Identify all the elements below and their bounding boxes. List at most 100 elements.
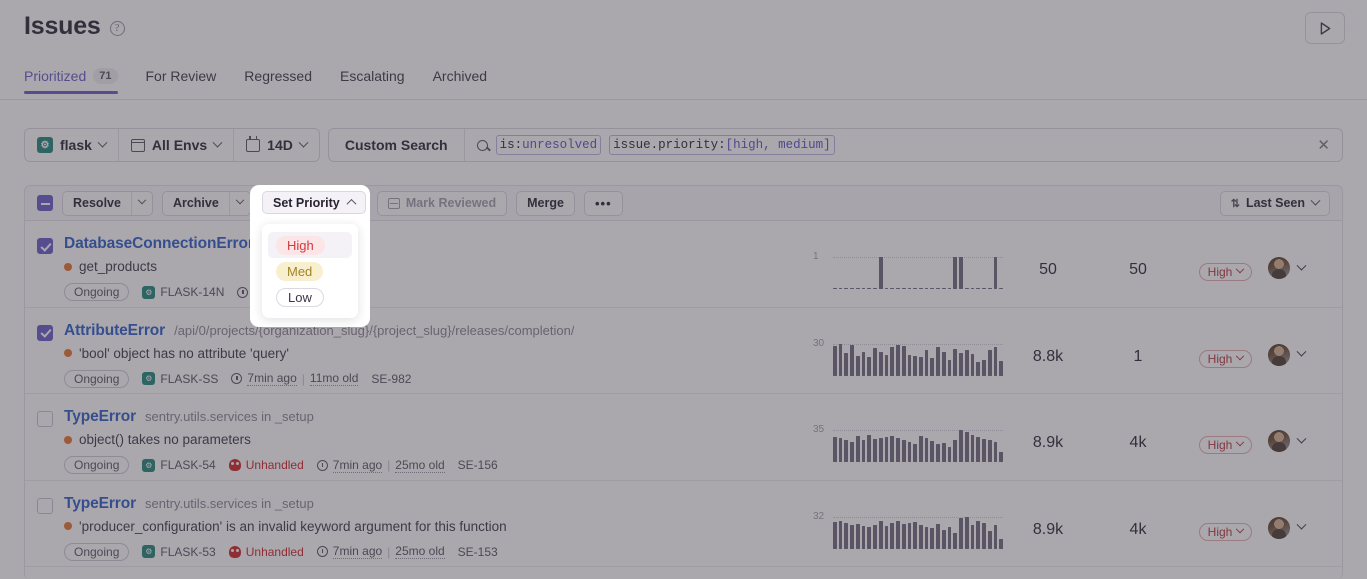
- graph-bar: [862, 526, 866, 548]
- chevron-down-icon: [1297, 520, 1307, 530]
- graph-bar: [896, 288, 900, 290]
- priority-badge[interactable]: High: [1199, 523, 1253, 541]
- search-token-issue-priority[interactable]: issue.priority:[high, medium]: [609, 135, 835, 155]
- tab-escalating[interactable]: Escalating: [340, 68, 405, 94]
- environment-filter[interactable]: All Envs: [119, 129, 234, 161]
- title-row: Issues ?: [24, 12, 1343, 41]
- more-actions-button[interactable]: •••: [585, 192, 622, 215]
- seer-id: SE-153: [458, 545, 498, 559]
- graph-bar: [936, 524, 940, 549]
- issue-title[interactable]: AttributeError: [64, 322, 165, 340]
- graph-bar: [902, 288, 906, 290]
- sort-button[interactable]: ⇅ Last Seen: [1220, 191, 1330, 216]
- play-icon: [1320, 22, 1331, 35]
- graph-bar: [959, 353, 963, 376]
- select-all-checkbox[interactable]: [37, 195, 53, 211]
- unhandled-label: Unhandled: [246, 458, 304, 472]
- custom-search-button[interactable]: Custom Search: [329, 129, 465, 161]
- issue-age: 25mo old: [395, 544, 444, 559]
- issue-title-line: DatabaseConnectionError: [64, 235, 797, 253]
- priority-badge[interactable]: High: [1199, 263, 1253, 281]
- filter-group: ⚙ flask All Envs 14D: [24, 128, 320, 162]
- issue-title[interactable]: TypeError: [64, 408, 136, 426]
- assignee-cell[interactable]: [1268, 344, 1330, 366]
- merge-button[interactable]: Merge: [517, 192, 574, 215]
- issue-checkbox[interactable]: [37, 411, 53, 427]
- users-count: 4k: [1093, 434, 1183, 452]
- graph-bar: [850, 525, 854, 548]
- issue-message-line: 'producer_configuration' is an invalid k…: [64, 519, 797, 534]
- date-filter[interactable]: 14D: [234, 129, 319, 161]
- set-priority-button[interactable]: Set Priority: [262, 191, 366, 214]
- assignee-cell[interactable]: [1268, 430, 1330, 452]
- priority-badge[interactable]: High: [1199, 436, 1253, 454]
- issue-title[interactable]: DatabaseConnectionError: [64, 235, 254, 253]
- search-input[interactable]: is:unresolved issue.priority:[high, medi…: [465, 129, 1318, 161]
- play-button[interactable]: [1305, 12, 1345, 44]
- graph-bar: [850, 442, 854, 462]
- timestamps: 7min ago | 11mo old: [231, 371, 358, 386]
- graph-bars: [833, 517, 1003, 549]
- graph-bar: [867, 288, 871, 290]
- priority-option-low[interactable]: Low: [268, 284, 352, 310]
- priority-menu: High Med Low: [262, 224, 358, 318]
- graph-bar: [959, 430, 963, 462]
- tab-escalating-label: Escalating: [340, 68, 405, 84]
- issue-row[interactable]: TypeError sentry.utils.services in _setu…: [25, 481, 1342, 568]
- priority-option-high[interactable]: High: [268, 232, 352, 258]
- tab-for-review[interactable]: For Review: [146, 68, 217, 94]
- issue-row[interactable]: DatabaseConnectionError get_products Ong…: [25, 221, 1342, 308]
- issue-title[interactable]: TypeError: [64, 495, 136, 513]
- avatar: [1268, 257, 1290, 279]
- archive-button-group: Archive: [162, 191, 251, 216]
- issue-row[interactable]: AttributeError /api/0/projects/{organiza…: [25, 308, 1342, 395]
- graph-bar: [885, 288, 889, 290]
- graph-bar: [879, 352, 883, 376]
- meta-separator: |: [387, 458, 390, 472]
- graph-bar: [850, 288, 854, 290]
- graph-bar: [965, 350, 969, 375]
- issue-age: 25mo old: [395, 458, 444, 473]
- priority-badge[interactable]: High: [1199, 350, 1253, 368]
- graph-bar: [953, 257, 957, 289]
- priority-option-med[interactable]: Med: [268, 258, 352, 284]
- issue-checkbox[interactable]: [37, 498, 53, 514]
- assignee-cell[interactable]: [1268, 517, 1330, 539]
- resolve-button[interactable]: Resolve: [63, 192, 132, 215]
- issue-message-line: get_products: [64, 259, 797, 274]
- graph-bar: [976, 437, 980, 462]
- issue-graph: 1: [813, 245, 1003, 295]
- issue-summary: TypeError sentry.utils.services in _setu…: [64, 495, 813, 561]
- graph-bar: [971, 435, 975, 462]
- question-circle-icon[interactable]: ?: [110, 21, 125, 36]
- project-filter[interactable]: ⚙ flask: [25, 129, 119, 161]
- chevron-up-icon: [346, 199, 356, 209]
- graph-bar: [879, 438, 883, 462]
- issue-checkbox[interactable]: [37, 238, 53, 254]
- graph-bar: [879, 521, 883, 549]
- graph-bar: [839, 438, 843, 462]
- short-id[interactable]: ⚙ FLASK-54: [142, 458, 215, 472]
- issue-checkbox[interactable]: [37, 325, 53, 341]
- assignee-cell[interactable]: [1268, 257, 1330, 279]
- tab-regressed[interactable]: Regressed: [244, 68, 312, 94]
- resolve-dropdown-button[interactable]: [132, 192, 152, 215]
- issues-page: Issues ? Prioritized 71 For Review Regre…: [0, 0, 1367, 579]
- graph-bar: [867, 435, 871, 462]
- graph-bar: [902, 440, 906, 462]
- close-icon[interactable]: ✕: [1317, 129, 1342, 161]
- search-token-is-unresolved[interactable]: is:unresolved: [496, 135, 602, 155]
- short-id[interactable]: ⚙ FLASK-14N: [142, 285, 224, 299]
- tab-prioritized[interactable]: Prioritized 71: [24, 68, 118, 94]
- tab-archived[interactable]: Archived: [433, 68, 487, 94]
- short-id[interactable]: ⚙ FLASK-SS: [142, 372, 218, 386]
- short-id[interactable]: ⚙ FLASK-53: [142, 545, 215, 559]
- meta-separator: |: [302, 372, 305, 386]
- graph-bar: [942, 288, 946, 290]
- archive-dropdown-button[interactable]: [230, 192, 250, 215]
- graph-bar: [999, 288, 1003, 290]
- issue-culprit: /api/0/projects/{organization_slug}/{pro…: [174, 323, 574, 338]
- archive-button[interactable]: Archive: [163, 192, 230, 215]
- calendar-icon: [246, 139, 260, 152]
- issue-row[interactable]: TypeError sentry.utils.services in _setu…: [25, 394, 1342, 481]
